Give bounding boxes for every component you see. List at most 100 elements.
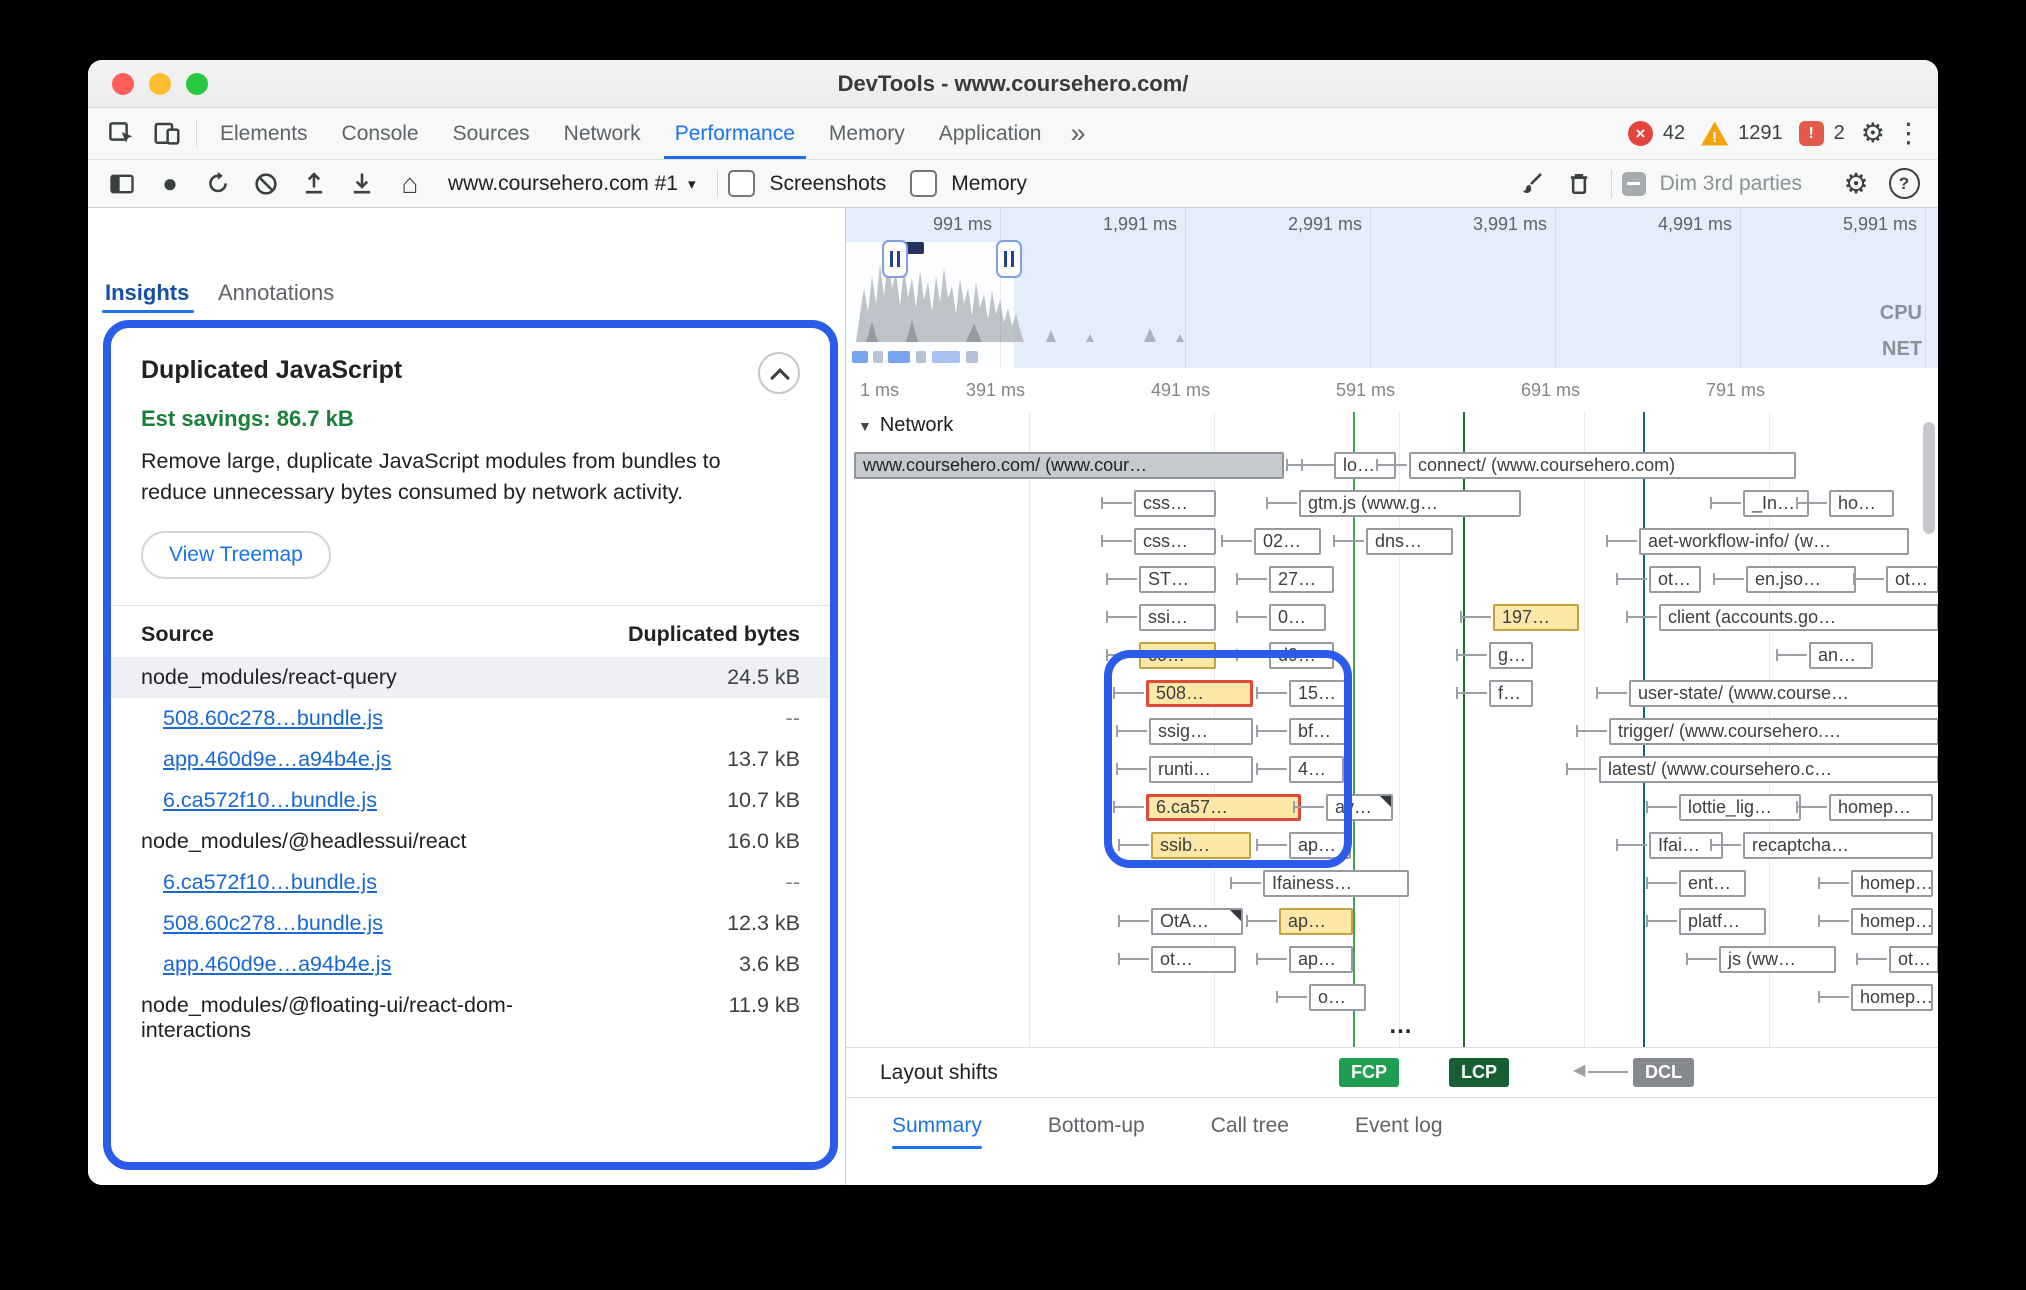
bottom-tab-event-log[interactable]: Event log (1355, 1098, 1443, 1154)
device-toolbar-icon[interactable] (144, 115, 190, 153)
overview-handle-left[interactable] (882, 240, 908, 278)
network-request-bar[interactable]: trigger/ (www.coursehero.… (1609, 718, 1938, 745)
error-count[interactable]: 42 (1663, 122, 1685, 145)
load-profile-icon[interactable] (292, 165, 336, 203)
network-request-bar[interactable]: f… (1489, 680, 1533, 707)
network-request-bar[interactable]: connect/ (www.coursehero.com) (1409, 452, 1796, 479)
network-request-bar[interactable]: 508… (1146, 680, 1253, 707)
inspect-icon[interactable] (98, 115, 144, 153)
warning-count[interactable]: 1291 (1738, 122, 1783, 145)
network-request-bar[interactable]: ay… (1326, 794, 1393, 821)
network-request-bar[interactable]: aet-workflow-info/ (w… (1639, 528, 1909, 555)
network-request-bar[interactable]: platf… (1679, 908, 1766, 935)
marker-badge-lcp[interactable]: LCP (1449, 1058, 1509, 1087)
tab-network[interactable]: Network (547, 108, 658, 159)
network-request-bar[interactable]: 0… (1269, 604, 1326, 631)
network-request-bar[interactable]: homep… (1829, 794, 1933, 821)
home-icon[interactable]: ⌂ (388, 165, 432, 203)
marker-badge-dcl[interactable]: DCL (1633, 1058, 1694, 1087)
insight-source-file-link[interactable]: 508.60c278…bundle.js-- (141, 698, 800, 739)
insight-source-file-link[interactable]: app.460d9e…a94b4e.js3.6 kB (141, 944, 800, 985)
insight-source-file-link[interactable]: 6.ca572f10…bundle.js10.7 kB (141, 780, 800, 821)
network-request-bar[interactable]: homep… (1851, 984, 1933, 1011)
network-request-bar[interactable]: ssib… (1151, 832, 1251, 859)
network-request-bar[interactable]: 197… (1493, 604, 1579, 631)
scrollbar-thumb[interactable] (1923, 422, 1935, 534)
bottom-tab-call-tree[interactable]: Call tree (1211, 1098, 1289, 1154)
tab-console[interactable]: Console (325, 108, 436, 159)
network-request-bar[interactable]: o… (1309, 984, 1366, 1011)
network-request-bar[interactable]: ST… (1139, 566, 1216, 593)
tab-insights[interactable]: Insights (105, 280, 189, 306)
network-request-bar[interactable]: 27… (1269, 566, 1334, 593)
cpu-overview[interactable]: 991 ms1,991 ms2,991 ms3,991 ms4,991 ms5,… (846, 208, 1938, 369)
network-request-bar[interactable]: ap… (1289, 946, 1353, 973)
network-section-header[interactable]: ▼ Network (858, 414, 953, 437)
view-treemap-button[interactable]: View Treemap (141, 531, 331, 579)
network-request-bar[interactable]: g… (1489, 642, 1533, 669)
help-icon[interactable]: ? (1882, 165, 1926, 203)
warning-icon[interactable]: ! (1701, 122, 1728, 146)
network-request-bar[interactable]: 02… (1254, 528, 1321, 555)
network-request-bar[interactable]: ho… (1829, 490, 1894, 517)
overview-handle-right[interactable] (996, 240, 1022, 278)
network-request-bar[interactable]: an… (1809, 642, 1873, 669)
overflow-ellipsis[interactable]: … (1356, 1012, 1446, 1040)
settings-gear-icon[interactable]: ⚙ (1861, 118, 1885, 149)
clear-icon[interactable] (244, 165, 288, 203)
bottom-tab-bottom-up[interactable]: Bottom-up (1048, 1098, 1145, 1154)
network-request-bar[interactable]: www.coursehero.com/ (www.cour… (854, 452, 1284, 479)
network-request-bar[interactable]: OtA… (1151, 908, 1243, 935)
collect-garbage-icon[interactable] (1557, 165, 1601, 203)
toggle-sidebar-icon[interactable] (100, 165, 144, 203)
network-request-bar[interactable]: ot… (1649, 566, 1701, 593)
network-request-bar[interactable]: 6.ca57… (1146, 794, 1301, 821)
record-icon[interactable]: ● (148, 165, 192, 203)
network-request-bar[interactable]: Ifainess… (1263, 870, 1409, 897)
tab-sources[interactable]: Sources (436, 108, 547, 159)
memory-checkbox[interactable] (910, 170, 937, 197)
tab-performance[interactable]: Performance (658, 108, 812, 159)
network-request-bar[interactable]: latest/ (www.coursehero.c… (1599, 756, 1938, 783)
network-request-bar[interactable]: user-state/ (www.course… (1629, 680, 1938, 707)
insight-source-file-link[interactable]: 6.ca572f10…bundle.js-- (141, 862, 800, 903)
network-request-bar[interactable]: 15… (1289, 680, 1349, 707)
error-icon[interactable]: × (1628, 121, 1653, 146)
more-tabs-icon[interactable]: » (1058, 118, 1097, 149)
close-button[interactable] (112, 73, 134, 95)
network-request-bar[interactable]: gtm.js (www.g… (1299, 490, 1521, 517)
network-request-bar[interactable]: recaptcha… (1743, 832, 1933, 859)
kebab-menu-icon[interactable]: ⋮ (1895, 118, 1922, 149)
tab-memory[interactable]: Memory (812, 108, 922, 159)
network-request-bar[interactable]: homep… (1851, 870, 1933, 897)
network-request-bar[interactable]: ot… (1886, 566, 1938, 593)
collapse-button[interactable] (758, 352, 800, 394)
history-dropdown[interactable]: www.coursehero.com #1 ▾ (436, 172, 707, 196)
network-request-bar[interactable]: homep… (1851, 908, 1933, 935)
tab-annotations[interactable]: Annotations (218, 280, 334, 306)
network-request-bar[interactable]: 4… (1289, 756, 1344, 783)
capture-settings-gear-icon[interactable]: ⚙ (1834, 165, 1878, 203)
network-request-bar[interactable]: css… (1134, 490, 1216, 517)
minimize-button[interactable] (149, 73, 171, 95)
network-request-bar[interactable]: d9… (1269, 642, 1334, 669)
zoom-button[interactable] (186, 73, 208, 95)
network-request-bar[interactable]: client (accounts.go… (1659, 604, 1938, 631)
screenshots-checkbox[interactable] (728, 170, 755, 197)
network-request-bar[interactable]: bf… (1289, 718, 1351, 745)
network-request-bar[interactable]: js (ww… (1719, 946, 1836, 973)
insight-source-file-link[interactable]: app.460d9e…a94b4e.js13.7 kB (141, 739, 800, 780)
network-request-bar[interactable]: css… (1134, 528, 1216, 555)
issues-icon[interactable]: ! (1799, 121, 1824, 146)
network-request-bar[interactable]: ap… (1279, 908, 1353, 935)
network-request-bar[interactable]: ot… (1151, 946, 1236, 973)
network-request-bar[interactable]: en.jso… (1746, 566, 1856, 593)
bottom-tab-summary[interactable]: Summary (892, 1098, 982, 1154)
marker-badge-fcp[interactable]: FCP (1339, 1058, 1399, 1087)
network-request-bar[interactable]: ap… (1289, 832, 1351, 859)
network-request-bar[interactable]: ent… (1679, 870, 1746, 897)
tab-application[interactable]: Application (922, 108, 1059, 159)
dim-3rd-parties-toggle[interactable] (1622, 172, 1646, 196)
brush-icon[interactable] (1509, 165, 1553, 203)
network-request-bar[interactable]: ot… (1889, 946, 1938, 973)
